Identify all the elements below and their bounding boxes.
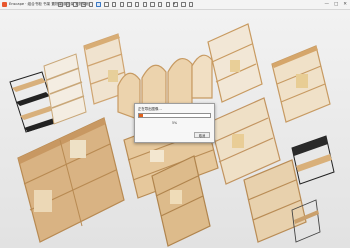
app-name: Enscape (9, 2, 25, 6)
progress-percent: 5% (171, 120, 178, 125)
batch-render-icon[interactable] (119, 2, 124, 7)
screenshot-icon[interactable] (111, 2, 117, 7)
toolbar-collapse-chevron-icon[interactable]: ▾ (173, 1, 175, 7)
title-bar: Enscape · 组合书柜 书架 置物架 展示架 置物架柜 ▾ — □ ✕ (0, 0, 350, 10)
upload-icon[interactable] (165, 2, 171, 7)
export-icon[interactable] (142, 2, 148, 7)
home-icon[interactable] (58, 2, 63, 7)
views-icon[interactable] (104, 2, 109, 7)
asset-library-icon[interactable] (150, 2, 155, 7)
dialog-title: 正在导出图像… (138, 107, 162, 111)
save-icon[interactable] (73, 2, 78, 7)
undo-icon[interactable] (81, 2, 86, 7)
video-icon[interactable] (134, 2, 140, 7)
visual-settings-icon[interactable] (96, 2, 101, 7)
app-logo-icon (2, 2, 7, 7)
maximize-button[interactable]: □ (334, 0, 338, 9)
panorama-icon[interactable] (127, 2, 132, 7)
export-progress-bar (138, 113, 211, 118)
cancel-button[interactable]: 取消 (194, 132, 210, 138)
window-controls: — □ ✕ (324, 0, 347, 9)
progress-fill (139, 114, 143, 117)
export-progress-dialog: 正在导出图像… 5% 取消 (134, 103, 215, 143)
feedback-icon[interactable] (181, 2, 186, 7)
material-icon[interactable] (157, 2, 163, 7)
redo-icon[interactable] (88, 2, 94, 7)
minimize-button[interactable]: — (324, 0, 329, 9)
open-icon[interactable] (65, 2, 71, 7)
close-button[interactable]: ✕ (343, 0, 347, 9)
help-icon[interactable] (188, 2, 194, 7)
